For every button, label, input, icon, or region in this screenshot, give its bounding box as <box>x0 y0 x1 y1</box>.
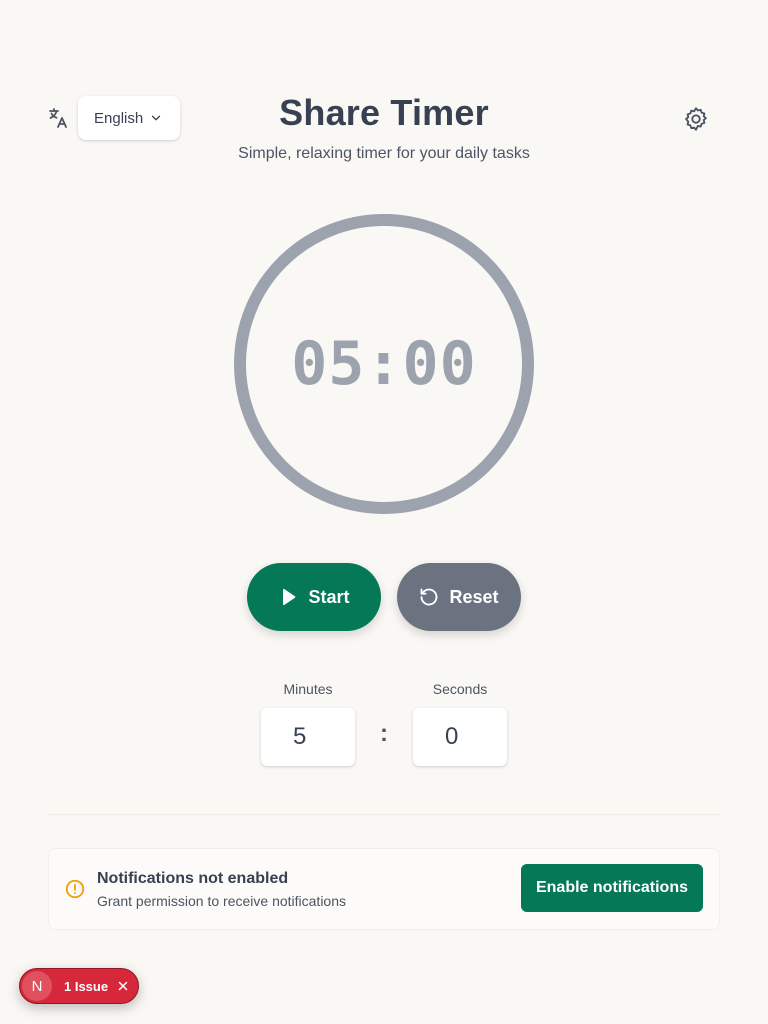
notification-description: Grant permission to receive notification… <box>97 893 346 909</box>
seconds-input[interactable]: 0 <box>413 708 507 766</box>
enable-notifications-button[interactable]: Enable notifications <box>521 864 703 912</box>
page-title: Share Timer <box>279 92 489 133</box>
alert-circle-icon <box>65 879 85 899</box>
issues-badge[interactable]: N 1 Issue <box>19 968 139 1004</box>
minutes-label: Minutes <box>283 681 333 697</box>
timer-display: 05:00 <box>291 329 477 399</box>
start-button[interactable]: Start <box>247 563 381 631</box>
divider <box>48 814 720 815</box>
reset-button[interactable]: Reset <box>397 563 521 631</box>
time-separator: : <box>380 720 388 747</box>
issue-count: 1 Issue <box>64 978 109 994</box>
rotate-ccw-icon <box>421 588 438 606</box>
page-subtitle: Simple, relaxing timer for your daily ta… <box>238 145 530 162</box>
seconds-label: Seconds <box>432 681 488 697</box>
start-label: Start <box>308 586 350 607</box>
reset-label: Reset <box>449 586 499 607</box>
next-logo-icon: N <box>22 971 52 1001</box>
minutes-input[interactable]: 5 <box>261 708 355 766</box>
notification-title: Notifications not enabled <box>97 870 289 887</box>
play-icon <box>283 589 296 605</box>
close-icon[interactable] <box>116 979 130 993</box>
